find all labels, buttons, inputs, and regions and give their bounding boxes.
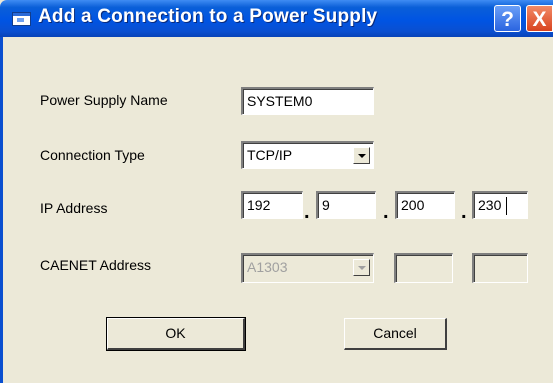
ip-octet-4-input[interactable]: 230 (472, 191, 528, 219)
text-caret (506, 197, 507, 215)
caenet-field-3-input (472, 253, 528, 283)
power-supply-name-label: Power Supply Name (40, 92, 168, 108)
caenet-field-2-input (394, 253, 453, 283)
ip-separator-3: . (461, 201, 467, 223)
power-supply-name-input[interactable]: SYSTEM0 (241, 87, 374, 115)
ip-separator-1: . (304, 201, 310, 223)
caenet-address-select: A1303 (241, 253, 374, 283)
help-button[interactable]: ? (494, 5, 521, 32)
caenet-address-label: CAENET Address (40, 257, 152, 273)
ip-octet-4-value: 230 (478, 197, 502, 213)
connection-type-value: TCP/IP (247, 147, 293, 163)
dropdown-arrow-icon[interactable] (353, 147, 370, 164)
connection-type-label: Connection Type (40, 147, 145, 163)
ip-octet-3-input[interactable]: 200 (395, 191, 455, 219)
ip-address-label: IP Address (40, 200, 108, 216)
dialog-body: Power Supply Name SYSTEM0 Connection Typ… (0, 37, 553, 383)
close-button[interactable]: X (526, 5, 553, 32)
ok-button[interactable]: OK (106, 317, 246, 351)
caenet-address-value: A1303 (247, 259, 288, 275)
ip-octet-2-input[interactable]: 9 (316, 191, 376, 219)
title-bar[interactable]: Add a Connection to a Power Supply ? X (0, 0, 553, 37)
window-icon (12, 12, 31, 26)
ip-octet-1-input[interactable]: 192 (241, 191, 303, 219)
window-title: Add a Connection to a Power Supply (38, 6, 378, 27)
ip-separator-2: . (383, 201, 389, 223)
cancel-button[interactable]: Cancel (344, 318, 447, 350)
dropdown-arrow-icon (353, 259, 370, 276)
connection-type-select[interactable]: TCP/IP (241, 141, 374, 169)
